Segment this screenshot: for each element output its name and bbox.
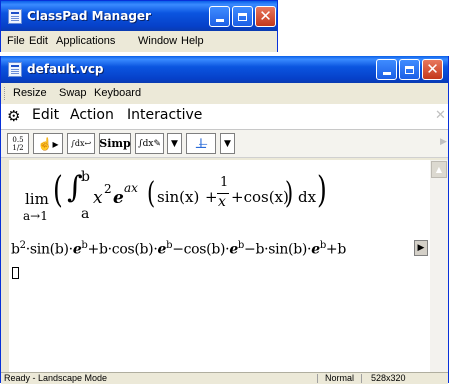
document-title: default.vcp [27, 62, 104, 76]
menu-interactive[interactable]: Interactive [127, 107, 202, 123]
minimize-icon [382, 72, 391, 75]
close-icon: ✕ [426, 60, 439, 78]
minimize-icon [215, 19, 224, 22]
graph-button[interactable]: ⊥̶ [186, 133, 216, 154]
chevron-down-icon: ▼ [171, 138, 178, 149]
simp-button[interactable]: Simp [99, 133, 131, 154]
menu-file[interactable]: File [7, 35, 25, 47]
main-work-area[interactable]: lim a→1 ( ∫ b a x 2 e ax ( sin(x) + 1 x … [9, 160, 430, 372]
result-b: b [11, 241, 20, 258]
lim-label: lim [25, 190, 49, 208]
square-exponent: 2 [104, 182, 112, 196]
integral-upper-limit: b [81, 169, 90, 185]
integral-edit-button[interactable]: ∫dx✎ [135, 133, 164, 154]
chevron-up-icon: ▲ [435, 165, 443, 174]
doc-icon [8, 62, 22, 77]
manager-title: ClassPad Manager [27, 9, 151, 23]
manager-titlebar[interactable]: ClassPad Manager ✕ [1, 1, 277, 31]
chevron-down-icon: ▼ [224, 138, 231, 149]
result-scroll-right-button[interactable]: ▶ [414, 240, 428, 256]
classpad-manager-window: ClassPad Manager ✕ File Edit Application… [0, 0, 278, 52]
graph-icon: ⊥̶ [194, 135, 208, 152]
menu-edit-classpad[interactable]: Edit [32, 107, 59, 123]
result-expression: b2·sin(b)·eb+b·cos(b)·eb−cos(b)·eb−b·sin… [11, 240, 346, 258]
input-cursor-box[interactable] [12, 267, 19, 279]
menu-edit[interactable]: Edit [29, 35, 48, 47]
status-mode: Normal [325, 373, 355, 383]
scroll-up-button[interactable]: ▲ [431, 161, 447, 178]
document-window: default.vcp ✕ Resize Swap Keyboard ⚙ Edi… [0, 56, 449, 384]
open-paren-outer: ( [53, 170, 63, 211]
result-minus-bsin: −b·sin(b)· [244, 241, 312, 258]
integral-toggle-button[interactable]: ∫dx↩ [67, 133, 95, 154]
hand-icon: ☝▸ [37, 136, 59, 151]
plus-sign: + [205, 188, 218, 206]
result-plus-bcos: +b·cos(b)· [87, 241, 158, 258]
close-paren-inner: ) [285, 176, 294, 211]
doc-maximize-button[interactable] [399, 59, 420, 80]
close-paren-outer: ) [317, 170, 327, 211]
status-text: Ready - Landscape Mode [4, 373, 108, 383]
menu-action[interactable]: Action [70, 107, 114, 123]
var-x: x [93, 188, 103, 208]
dropdown-button[interactable]: ▼ [167, 133, 182, 154]
menu-applications[interactable]: Applications [56, 35, 115, 47]
settings-gear-icon[interactable]: ⚙ [7, 107, 20, 125]
integral-lower-limit: a [81, 206, 90, 222]
maximize-icon [238, 12, 247, 21]
maximize-icon [405, 65, 414, 74]
result-minus-cos: −cos(b)· [172, 241, 230, 258]
doc-close-button[interactable]: ✕ [422, 59, 443, 80]
scroll-right-icon[interactable]: ▶ [440, 137, 447, 147]
chevron-right-icon: ▶ [417, 243, 425, 253]
lim-subscript: a→1 [23, 209, 48, 223]
menu-close-icon[interactable]: ✕ [435, 108, 446, 123]
status-resolution: 528x320 [371, 373, 406, 383]
manager-menubar: File Edit Applications Window Help [1, 31, 277, 52]
dropdown-button-2[interactable]: ▼ [220, 133, 235, 154]
status-separator [361, 374, 362, 383]
result-e3: e [229, 241, 238, 258]
euler-e: e [113, 188, 124, 208]
close-icon: ✕ [259, 7, 272, 25]
resize-button[interactable]: Resize [13, 87, 47, 99]
swap-button[interactable]: Swap [59, 87, 87, 99]
vertical-scrollbar[interactable]: ▲ [430, 160, 448, 372]
exponent-ax: ax [124, 181, 138, 195]
keyboard-button[interactable]: Keyboard [94, 87, 141, 99]
open-paren-inner: ( [147, 176, 156, 211]
minimize-button[interactable] [209, 6, 230, 27]
hand-pointer-button[interactable]: ☝▸ [33, 133, 63, 154]
status-bar: Ready - Landscape Mode Normal 528x320 [1, 372, 448, 384]
menu-help[interactable]: Help [181, 35, 204, 47]
dx-label: dx [298, 188, 317, 206]
close-button[interactable]: ✕ [255, 6, 276, 27]
document-titlebar[interactable]: default.vcp ✕ [1, 56, 448, 83]
frac-numerator: 1 [220, 175, 229, 190]
sin-x: sin(x) [157, 188, 200, 206]
integral-toggle-icon: ∫dx↩ [70, 139, 92, 148]
frac-top-label: 0.5 [12, 135, 24, 144]
result-e4: e [311, 241, 320, 258]
fraction-decimal-button[interactable]: 0.5 1/2 [7, 133, 29, 154]
menu-window[interactable]: Window [138, 35, 177, 47]
doc-minimize-button[interactable] [376, 59, 397, 80]
simp-label: Simp [99, 137, 131, 150]
app-icon [8, 9, 22, 24]
status-separator [317, 374, 318, 383]
classpad-menubar: ⚙ Edit Action Interactive ✕ [1, 104, 448, 130]
toolbar-grip [4, 87, 7, 100]
integral-edit-icon: ∫dx✎ [137, 138, 162, 149]
result-sinb: ·sin(b)· [25, 241, 73, 258]
cos-x: +cos(x) [231, 188, 289, 206]
frac-bottom-label: 1/2 [12, 143, 24, 152]
result-plus-b: +b [325, 241, 347, 258]
result-e2: e [157, 241, 167, 258]
frac-denominator-x: x [218, 194, 226, 210]
classpad-iconbar: 0.5 1/2 ☝▸ ∫dx↩ Simp ∫dx✎ ▼ ⊥̶ ▼ ▶ [1, 130, 448, 158]
view-toolbar: Resize Swap Keyboard [1, 83, 448, 104]
maximize-button[interactable] [232, 6, 253, 27]
